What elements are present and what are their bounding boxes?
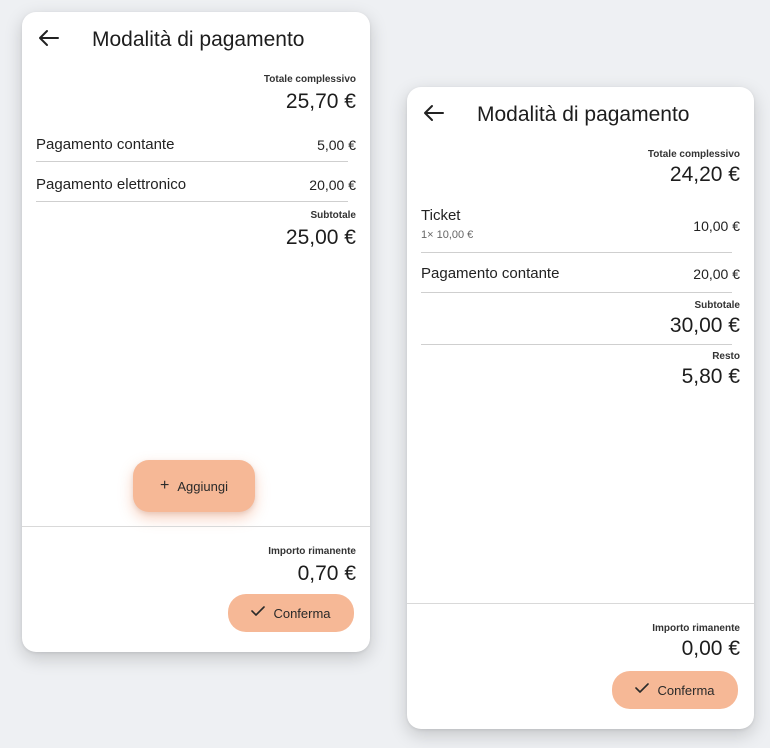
payment-screen-right: Modalità di pagamento Totale complessivo… bbox=[407, 87, 754, 729]
payment-row[interactable]: Pagamento contante 5,00 € bbox=[36, 134, 356, 160]
add-button-label: Aggiungi bbox=[177, 478, 228, 494]
subtotal-label: Subtotale bbox=[694, 300, 740, 311]
payment-row[interactable]: Pagamento contante 20,00 € bbox=[421, 263, 740, 289]
divider bbox=[421, 252, 732, 253]
payment-amount: 20,00 € bbox=[693, 266, 740, 282]
divider bbox=[421, 344, 732, 345]
remaining-value: 0,70 € bbox=[297, 562, 356, 585]
subtotal-value: 25,00 € bbox=[285, 226, 356, 249]
payment-amount: 20,00 € bbox=[309, 177, 356, 193]
payment-screen-left: Modalità di pagamento Totale complessivo… bbox=[22, 12, 370, 652]
divider bbox=[421, 292, 732, 293]
change-value: 5,80 € bbox=[681, 365, 740, 388]
arrow-left-icon[interactable] bbox=[36, 28, 60, 48]
payment-row[interactable]: Pagamento elettronico 20,00 € bbox=[36, 174, 356, 200]
total-value: 25,70 € bbox=[285, 90, 356, 113]
arrow-left-icon[interactable] bbox=[421, 103, 445, 123]
payment-label: Pagamento elettronico bbox=[36, 176, 187, 193]
payment-detail: 1× 10,00 € bbox=[421, 229, 474, 241]
payment-row[interactable]: Ticket 1× 10,00 € 10,00 € bbox=[421, 207, 740, 249]
payment-label: Ticket bbox=[421, 207, 461, 224]
confirm-button-label: Conferma bbox=[657, 682, 715, 698]
total-value: 24,20 € bbox=[669, 163, 740, 186]
total-label: Totale complessivo bbox=[263, 74, 356, 85]
page-title: Modalità di pagamento bbox=[92, 28, 305, 51]
remaining-value: 0,00 € bbox=[681, 637, 740, 660]
divider bbox=[36, 161, 348, 162]
total-label: Totale complessivo bbox=[647, 149, 740, 160]
payment-label: Pagamento contante bbox=[36, 136, 175, 153]
bottom-divider bbox=[407, 603, 754, 604]
change-label: Resto bbox=[712, 351, 740, 362]
check-icon bbox=[635, 682, 650, 698]
header: Modalità di pagamento bbox=[407, 87, 754, 139]
confirm-button[interactable]: Conferma bbox=[612, 671, 738, 709]
page-title: Modalità di pagamento bbox=[477, 103, 690, 126]
confirm-button-label: Conferma bbox=[273, 605, 331, 621]
payment-amount: 10,00 € bbox=[693, 218, 740, 234]
add-button[interactable]: + Aggiungi bbox=[133, 460, 255, 512]
check-icon bbox=[251, 605, 266, 621]
payment-amount: 5,00 € bbox=[317, 137, 356, 153]
confirm-button[interactable]: Conferma bbox=[228, 594, 354, 632]
divider bbox=[36, 201, 348, 202]
bottom-divider bbox=[22, 526, 370, 527]
plus-icon: + bbox=[160, 477, 170, 494]
remaining-label: Importo rimanente bbox=[268, 546, 356, 557]
payment-label: Pagamento contante bbox=[421, 265, 560, 282]
subtotal-label: Subtotale bbox=[310, 210, 356, 221]
remaining-label: Importo rimanente bbox=[652, 623, 740, 634]
header: Modalità di pagamento bbox=[22, 12, 370, 64]
subtotal-value: 30,00 € bbox=[669, 314, 740, 337]
